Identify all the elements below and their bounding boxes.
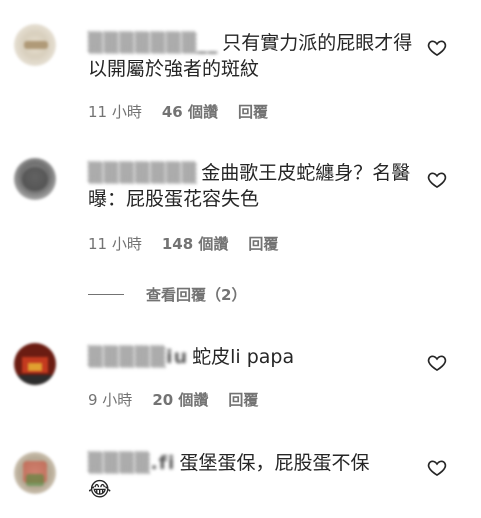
comment-text: ▒▒▒▒.fi 蛋堡蛋保，屁股蛋不保 😂 xyxy=(88,450,418,503)
avatar[interactable] xyxy=(14,452,56,494)
heart-icon[interactable] xyxy=(427,458,447,478)
like-count[interactable]: 20 個讚 xyxy=(152,389,208,410)
like-count[interactable]: 46 個讚 xyxy=(162,101,218,122)
comment-text: ▒▒▒▒▒▒▒ 金曲歌王皮蛇纏身？名醫曝：屁股蛋花容失色 xyxy=(88,160,418,212)
reply-button[interactable]: 回覆 xyxy=(238,101,268,122)
heart-icon[interactable] xyxy=(427,353,447,373)
timestamp: 11 小時 xyxy=(88,235,142,253)
comment-text: ▒▒▒▒▒▒▒__ 只有實力派的屁眼才得以開屬於強者的斑紋 xyxy=(88,30,418,82)
heart-icon[interactable] xyxy=(427,170,447,190)
heart-icon[interactable] xyxy=(427,38,447,58)
comment-meta: 11 小時 148 個讚 回覆 xyxy=(88,233,278,254)
laughing-emoji-icon: 😂 xyxy=(88,477,112,501)
view-replies-label: 查看回覆（2） xyxy=(146,286,247,304)
username[interactable]: ▒▒▒▒▒▒▒ xyxy=(88,160,197,186)
reply-button[interactable]: 回覆 xyxy=(248,233,278,254)
username[interactable]: ▒▒▒▒▒iu xyxy=(88,344,188,370)
divider-line xyxy=(88,294,124,295)
username[interactable]: ▒▒▒▒.fi xyxy=(88,450,175,476)
view-replies-button[interactable]: 查看回覆（2） xyxy=(88,284,246,305)
comment-body: 蛇皮li papa xyxy=(192,346,295,368)
reply-button[interactable]: 回覆 xyxy=(228,389,258,410)
comment-text: ▒▒▒▒▒iu 蛇皮li papa xyxy=(88,344,418,370)
comment-body: 蛋堡蛋保，屁股蛋不保 xyxy=(179,452,370,474)
comment-meta: 11 小時 46 個讚 回覆 xyxy=(88,101,268,122)
like-count[interactable]: 148 個讚 xyxy=(162,233,229,254)
avatar[interactable] xyxy=(14,24,56,66)
timestamp: 11 小時 xyxy=(88,103,142,121)
timestamp: 9 小時 xyxy=(88,391,133,409)
comment-meta: 9 小時 20 個讚 回覆 xyxy=(88,389,258,410)
avatar[interactable] xyxy=(14,158,56,200)
username[interactable]: ▒▒▒▒▒▒▒__ xyxy=(88,30,218,56)
avatar[interactable] xyxy=(14,343,56,385)
